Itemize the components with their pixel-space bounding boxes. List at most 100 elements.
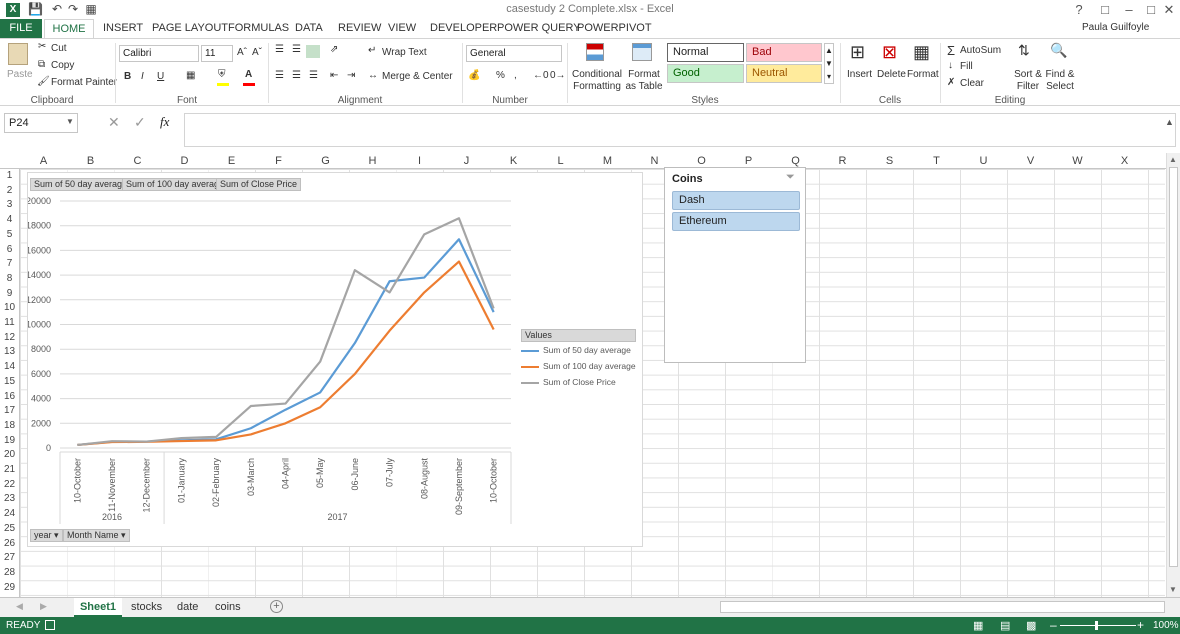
new-sheet-icon[interactable]: + [270,600,283,613]
tab-formulas[interactable]: FORMULAS [228,19,289,38]
row-header-25[interactable]: 25 [0,522,19,537]
column-header-a[interactable]: A [20,153,67,169]
tab-power-query[interactable]: POWER QUERY [497,19,581,38]
number-format-select[interactable]: General [466,45,562,62]
prev-sheet-icon[interactable]: ◀ [16,601,23,612]
horizontal-scrollbar[interactable] [720,601,1165,613]
row-header-14[interactable]: 14 [0,360,19,375]
field-button-100day[interactable]: Sum of 100 day average [122,178,229,191]
scroll-up-icon[interactable]: ▲ [1169,155,1177,164]
coins-slicer[interactable]: Coins ⏷ Dash Ethereum [664,167,806,363]
conditional-formatting-button[interactable]: Conditional Formatting [571,69,623,93]
column-header-w[interactable]: W [1054,153,1101,169]
copy-icon[interactable]: ⧉ [38,59,45,70]
clear-button[interactable]: Clear [960,78,984,89]
wrap-text-icon[interactable]: ↵ [368,45,376,56]
zoom-in-icon[interactable]: + [1137,618,1144,632]
row-header-9[interactable]: 9 [0,287,19,302]
column-header-m[interactable]: M [584,153,631,169]
column-header-d[interactable]: D [161,153,208,169]
column-header-b[interactable]: B [67,153,114,169]
row-header-8[interactable]: 8 [0,272,19,287]
scroll-down-icon[interactable]: ▼ [1169,585,1177,594]
delete-cells-icon[interactable]: ⊠ [882,42,897,63]
format-painter-button[interactable]: Format Painter [51,77,117,88]
wrap-text-button[interactable]: Wrap Text [382,47,427,58]
merge-center-button[interactable]: Merge & Center [382,71,453,82]
next-sheet-icon[interactable]: ▶ [40,601,47,612]
row-header-4[interactable]: 4 [0,213,19,228]
underline-button[interactable]: U [157,71,164,82]
find-select-button[interactable]: Find & Select [1042,69,1078,93]
paste-icon[interactable] [8,43,28,65]
column-header-l[interactable]: L [537,153,584,169]
column-header-c[interactable]: C [114,153,161,169]
font-color-icon[interactable]: A [245,69,252,80]
align-middle-icon[interactable]: ☰ [292,44,301,55]
column-header-x[interactable]: X [1101,153,1148,169]
align-bottom-icon[interactable] [306,45,320,58]
fill-color-icon[interactable]: ⛨ [218,69,226,80]
tab-data[interactable]: DATA [295,19,323,38]
confirm-entry-icon[interactable]: ✓ [134,114,146,131]
page-break-view-icon[interactable]: ▩ [1026,619,1036,632]
normal-view-icon[interactable]: ▦ [973,619,983,632]
tab-insert[interactable]: INSERT [103,19,143,38]
format-cells-button[interactable]: Format [907,69,939,80]
merge-center-icon[interactable]: ↔ [368,70,378,81]
macro-record-icon[interactable] [45,620,55,630]
column-header-f[interactable]: F [255,153,302,169]
field-button-close[interactable]: Sum of Close Price [216,178,302,191]
column-header-i[interactable]: I [396,153,443,169]
row-header-19[interactable]: 19 [0,434,19,449]
tab-powerpivot[interactable]: POWERPIVOT [577,19,652,38]
sheet-tab-coins[interactable]: coins [215,598,241,617]
row-header-12[interactable]: 12 [0,331,19,346]
row-header-26[interactable]: 26 [0,537,19,552]
help-icon[interactable]: ? [1066,0,1092,20]
row-header-3[interactable]: 3 [0,198,19,213]
row-header-17[interactable]: 17 [0,404,19,419]
zoom-slider[interactable] [1060,625,1136,626]
row-header-23[interactable]: 23 [0,492,19,507]
field-button-50day[interactable]: Sum of 50 day average [30,178,132,191]
insert-cells-icon[interactable]: ⊞ [850,42,865,63]
bold-button[interactable]: B [124,71,131,82]
borders-icon[interactable]: ▦ [186,70,195,81]
row-header-13[interactable]: 13 [0,345,19,360]
row-header-15[interactable]: 15 [0,375,19,390]
row-header-10[interactable]: 10 [0,301,19,316]
format-as-table-button[interactable]: Format as Table [622,69,666,93]
row-header-6[interactable]: 6 [0,243,19,258]
decrease-decimal-icon[interactable]: 0→ [550,70,566,81]
row-header-5[interactable]: 5 [0,228,19,243]
tab-view[interactable]: VIEW [388,19,416,38]
slicer-item-dash[interactable]: Dash [672,191,800,210]
pivot-chart[interactable]: 20000 18000 16000 14000 12000 10000 8000 6000 40… [26,172,643,547]
row-header-21[interactable]: 21 [0,463,19,478]
tab-file[interactable]: FILE [0,19,42,38]
row-header-16[interactable]: 16 [0,390,19,405]
row-header-28[interactable]: 28 [0,566,19,581]
tab-review[interactable]: REVIEW [338,19,381,38]
format-painter-icon[interactable]: 🖌 [37,76,50,87]
sheet-tab-date[interactable]: date [177,598,198,617]
style-good[interactable]: Good [667,64,744,83]
insert-cells-button[interactable]: Insert [847,69,872,80]
close-icon[interactable]: ✕ [1156,0,1180,20]
sheet-tab-sheet1[interactable]: Sheet1 [74,598,122,617]
insert-function-icon[interactable]: fx [160,114,169,130]
formula-input[interactable] [184,113,1176,147]
clear-icon[interactable]: ✗ [947,77,955,88]
increase-decimal-icon[interactable]: ←0 [533,70,549,81]
page-layout-view-icon[interactable]: ▤ [1000,619,1010,632]
sort-filter-button[interactable]: Sort & Filter [1012,69,1044,93]
format-as-table-icon[interactable] [632,43,652,61]
row-header-1[interactable]: 1 [0,169,19,184]
fill-button[interactable]: Fill [960,61,973,72]
column-header-k[interactable]: K [490,153,537,169]
user-name[interactable]: Paula Guilfoyle [1082,22,1149,33]
clear-filter-icon[interactable]: ⏷ [786,171,795,184]
cancel-entry-icon[interactable]: ✕ [108,114,120,131]
zoom-out-icon[interactable]: – [1050,618,1057,632]
